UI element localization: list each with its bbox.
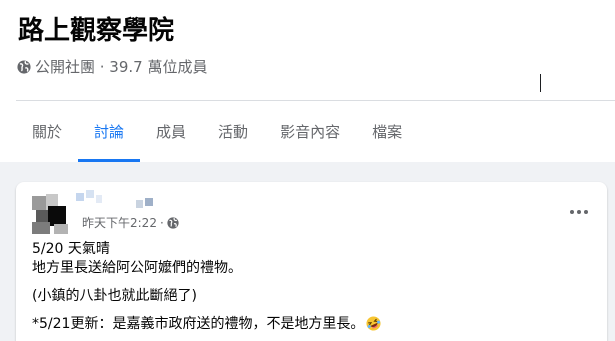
globe-icon[interactable] <box>167 216 179 229</box>
group-meta-text: 公開社團 · 39.7 萬位成員 <box>35 58 208 76</box>
post-line: *5/21更新：是嘉義市政府送的禮物，不是地方里長。 <box>32 315 592 334</box>
group-tabs: 關於 討論 成員 活動 影音內容 檔案 <box>16 101 418 162</box>
meta-separator: · <box>159 215 164 230</box>
rolling-laughing-emoji-icon <box>366 316 381 331</box>
tab-files[interactable]: 檔案 <box>356 101 418 162</box>
globe-icon <box>17 60 31 74</box>
tab-events[interactable]: 活動 <box>202 101 264 162</box>
tab-about[interactable]: 關於 <box>16 101 78 162</box>
post-meta: 昨天下午2:22 · <box>82 214 179 231</box>
group-name[interactable]: 路上觀察學院 <box>18 14 174 48</box>
group-header: 路上觀察學院 公開社團 · 39.7 萬位成員 關於 討論 成員 活動 影音內容… <box>0 0 615 162</box>
post-line: (小鎮的八卦也就此斷絕了) <box>32 288 197 304</box>
avatar[interactable] <box>32 194 72 234</box>
tab-members[interactable]: 成員 <box>140 101 202 162</box>
more-options-icon[interactable] <box>567 200 591 224</box>
text-cursor <box>540 74 541 92</box>
tab-discussion[interactable]: 討論 <box>78 101 141 162</box>
post-line: 地方里長送給阿公阿嬤們的禮物。 <box>32 260 242 276</box>
post-text: 5/20 天氣晴 地方里長送給阿公阿嬤們的禮物。 (小鎮的八卦也就此斷絕了) *… <box>32 240 592 334</box>
group-meta: 公開社團 · 39.7 萬位成員 <box>17 57 207 77</box>
post-card: 昨天下午2:22 · 5/20 天氣晴 地方里長送給阿公阿嬤們的禮物。 (小鎮的… <box>16 182 607 341</box>
tab-media[interactable]: 影音內容 <box>264 101 356 162</box>
post-timestamp[interactable]: 昨天下午2:22 <box>82 214 157 231</box>
author-name[interactable] <box>76 190 156 208</box>
post-line: 5/20 天氣晴 <box>32 241 110 257</box>
